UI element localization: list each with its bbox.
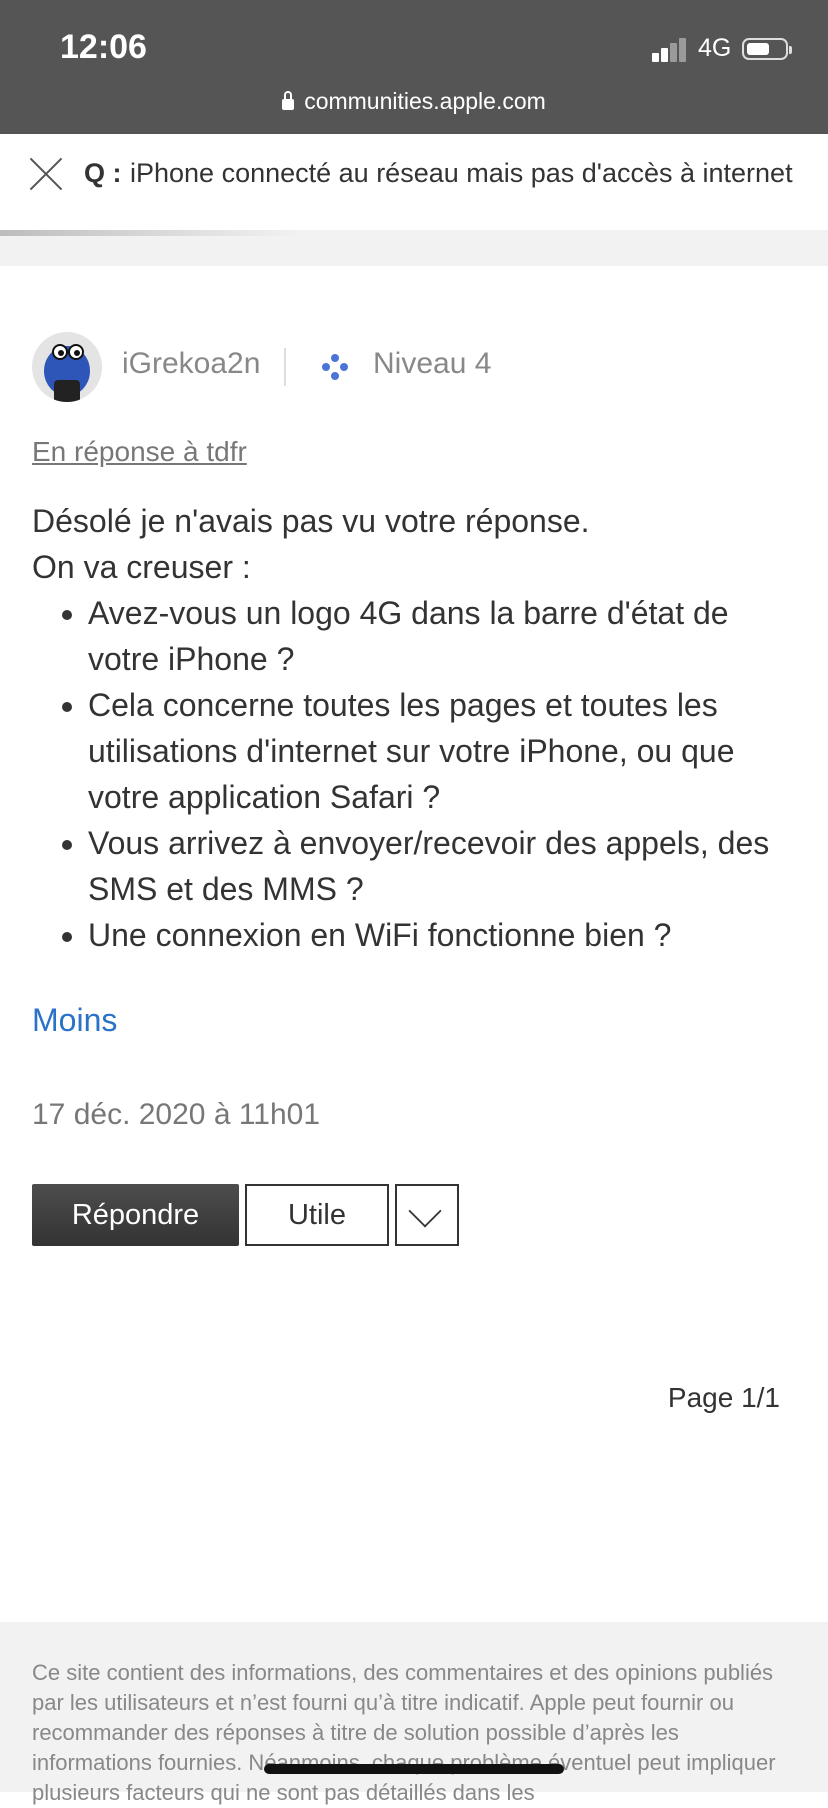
list-item: Cela concerne toutes les pages et toutes… <box>88 682 802 820</box>
post-paragraph: Désolé je n'avais pas vu votre réponse. <box>32 503 590 539</box>
post-bullet-list: Avez-vous un logo 4G dans la barre d'éta… <box>32 590 802 958</box>
url-bar[interactable]: communities.apple.com <box>0 88 828 115</box>
author-separator <box>284 348 286 386</box>
header-divider <box>0 230 828 266</box>
author-name[interactable]: iGrekoa2n <box>122 347 260 381</box>
question-label: Q : <box>84 158 122 188</box>
more-actions-button[interactable] <box>395 1184 459 1246</box>
reply-button[interactable]: Répondre <box>32 1184 239 1246</box>
useful-button[interactable]: Utile <box>245 1184 389 1246</box>
chevron-down-icon <box>408 1194 442 1228</box>
browser-top-bar: 12:06 4G communities.apple.com <box>0 0 828 134</box>
close-icon[interactable] <box>28 156 64 192</box>
post-date: 17 déc. 2020 à 11h01 <box>32 1098 321 1131</box>
level-icon <box>322 354 348 380</box>
author-level: Niveau 4 <box>373 347 492 380</box>
list-item: Une connexion en WiFi fonctionne bien ? <box>88 912 802 958</box>
url-text: communities.apple.com <box>304 88 546 114</box>
list-item: Avez-vous un logo 4G dans la barre d'éta… <box>88 590 802 682</box>
battery-icon <box>742 38 792 60</box>
signal-icon <box>652 38 688 62</box>
home-indicator[interactable] <box>264 1764 564 1774</box>
footer-disclaimer: Ce site contient des informations, des c… <box>32 1660 776 1805</box>
question-header: Q : iPhone connecté au réseau mais pas d… <box>0 134 828 230</box>
post-content: Désolé je n'avais pas vu votre réponse. … <box>32 498 802 958</box>
lock-icon <box>282 91 295 110</box>
list-item: Vous arrivez à envoyer/recevoir des appe… <box>88 820 802 912</box>
avatar[interactable] <box>32 332 102 402</box>
status-time: 12:06 <box>60 28 147 66</box>
post-paragraph: On va creuser : <box>32 549 251 585</box>
network-type: 4G <box>698 34 732 62</box>
in-reply-to-link[interactable]: En réponse à tdfr <box>32 436 247 468</box>
pagination: Page 1/1 <box>667 1382 780 1413</box>
question-title: iPhone connecté au réseau mais pas d'acc… <box>130 158 793 188</box>
show-less-link[interactable]: Moins <box>32 1002 117 1039</box>
